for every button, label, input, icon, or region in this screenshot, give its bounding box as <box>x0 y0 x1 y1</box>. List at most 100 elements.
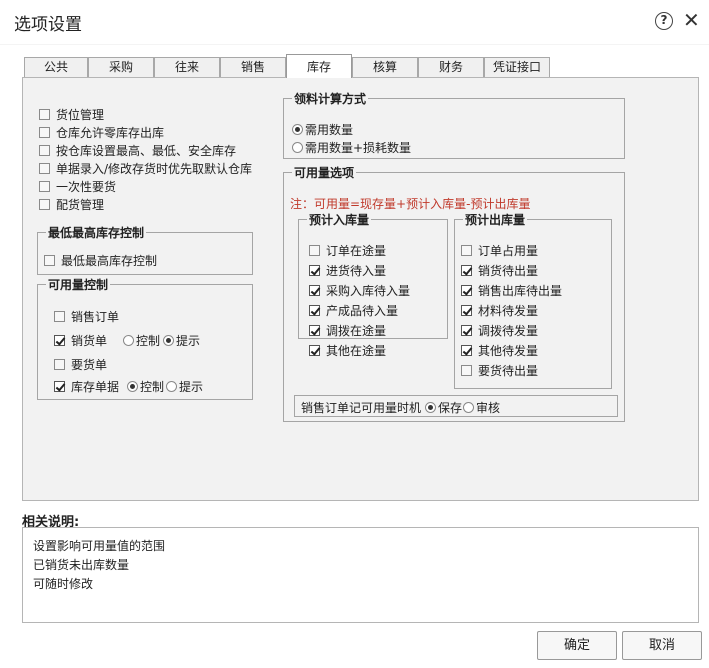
tab-voucher-interface[interactable]: 凭证接口 <box>484 57 550 77</box>
tab-contacts[interactable]: 往来 <box>154 57 220 77</box>
outgoing-request-pending[interactable]: 要货待出量 <box>461 362 538 379</box>
outgoing-sales-pending[interactable]: 销货待出量 <box>461 262 538 279</box>
option-allow-zero-stock[interactable]: 仓库允许零库存出库 <box>39 124 164 141</box>
options-dialog: 选项设置 ? ✕ 公共 采购 往来 销售 库存 核算 财务 凭证接口 货位管理 … <box>0 0 709 668</box>
description-line: 已销货未出库数量 <box>33 558 130 572</box>
tab-public[interactable]: 公共 <box>24 57 88 77</box>
material-calc-legend: 领料计算方式 <box>292 90 369 107</box>
availability-control-group: 可用量控制 销售订单 销货单 控制 提示 要货单 库存单据 控制 提示 <box>37 276 253 400</box>
outgoing-transfer-pending[interactable]: 调拨待发量 <box>461 322 538 339</box>
description-line: 可随时修改 <box>33 577 94 591</box>
checkbox[interactable] <box>309 325 320 336</box>
control-stock-bill[interactable]: 库存单据 <box>54 378 119 395</box>
control-sales-order[interactable]: 销售订单 <box>54 308 119 325</box>
incoming-qty-group: 预计入库量 订单在途量 进货待入量 采购入库待入量 产成品待入量 调拨在途量 其… <box>298 211 448 358</box>
outgoing-qty-legend: 预计出库量 <box>463 211 528 228</box>
radio[interactable] <box>163 335 174 346</box>
checkbox[interactable] <box>309 245 320 256</box>
tab-sales[interactable]: 销售 <box>220 57 286 77</box>
availability-control-legend: 可用量控制 <box>46 276 111 293</box>
timing-radio-save[interactable]: 保存 <box>425 399 462 416</box>
checkbox[interactable] <box>39 145 50 156</box>
radio[interactable] <box>127 381 138 392</box>
radio[interactable] <box>425 402 436 413</box>
tab-finance[interactable]: 财务 <box>418 57 484 77</box>
incoming-qty-legend: 预计入库量 <box>307 211 372 228</box>
radio[interactable] <box>292 124 303 135</box>
tab-accounting[interactable]: 核算 <box>352 57 418 77</box>
stock-bill-radio-control[interactable]: 控制 <box>127 378 164 395</box>
checkbox[interactable] <box>39 181 50 192</box>
close-icon[interactable]: ✕ <box>683 8 700 32</box>
sales-order-timing-label: 销售订单记可用量时机 <box>301 401 422 415</box>
control-sales-bill[interactable]: 销货单 <box>54 332 107 349</box>
background-window-text <box>0 0 709 4</box>
radio[interactable] <box>123 335 134 346</box>
outgoing-other-pending[interactable]: 其他待发量 <box>461 342 538 359</box>
checkbox[interactable] <box>54 335 65 346</box>
outgoing-sales-delivery-pending[interactable]: 销售出库待出量 <box>461 282 562 299</box>
checkbox[interactable] <box>461 285 472 296</box>
option-min-max-stock-control[interactable]: 最低最高库存控制 <box>44 252 157 269</box>
dialog-title: 选项设置 <box>14 15 82 35</box>
outgoing-order-occupied[interactable]: 订单占用量 <box>461 242 538 259</box>
checkbox[interactable] <box>309 345 320 356</box>
incoming-finished-goods-pending[interactable]: 产成品待入量 <box>309 302 398 319</box>
available-options-legend: 可用量选项 <box>292 164 357 181</box>
incoming-other-in-transit[interactable]: 其他在途量 <box>309 342 386 359</box>
help-icon[interactable]: ? <box>655 12 673 30</box>
material-calc-required-qty[interactable]: 需用数量 <box>292 121 353 138</box>
sales-bill-radio-control[interactable]: 控制 <box>123 332 160 349</box>
cancel-button[interactable]: 取消 <box>622 631 702 660</box>
checkbox[interactable] <box>461 265 472 276</box>
title-separator <box>0 44 709 45</box>
material-calc-group: 领料计算方式 需用数量 需用数量+损耗数量 <box>283 90 625 159</box>
ok-button[interactable]: 确定 <box>537 631 617 660</box>
checkbox[interactable] <box>309 285 320 296</box>
radio[interactable] <box>166 381 177 392</box>
material-calc-required-plus-loss[interactable]: 需用数量+损耗数量 <box>292 139 411 156</box>
checkbox[interactable] <box>39 109 50 120</box>
checkbox[interactable] <box>461 245 472 256</box>
checkbox[interactable] <box>39 127 50 138</box>
checkbox[interactable] <box>54 359 65 370</box>
checkbox[interactable] <box>44 255 55 266</box>
checkbox[interactable] <box>309 305 320 316</box>
sales-bill-radio-prompt[interactable]: 提示 <box>163 332 200 349</box>
option-location-management[interactable]: 货位管理 <box>39 106 104 123</box>
outgoing-material-pending[interactable]: 材料待发量 <box>461 302 538 319</box>
description-line: 设置影响可用量值的范围 <box>33 539 166 553</box>
option-one-time-request[interactable]: 一次性要货 <box>39 178 116 195</box>
sales-order-timing-group: 销售订单记可用量时机 保存 审核 <box>294 395 618 417</box>
control-request-bill[interactable]: 要货单 <box>54 356 107 373</box>
checkbox[interactable] <box>461 365 472 376</box>
checkbox[interactable] <box>461 325 472 336</box>
option-default-warehouse[interactable]: 单据录入/修改存货时优先取默认仓库 <box>39 160 252 177</box>
available-options-group: 可用量选项 注：可用量=现存量+预计入库量-预计出库量 预计入库量 订单在途量 … <box>283 164 625 422</box>
stock-limit-legend: 最低最高库存控制 <box>46 224 147 241</box>
radio[interactable] <box>292 142 303 153</box>
checkbox[interactable] <box>461 345 472 356</box>
inventory-settings-panel: 货位管理 仓库允许零库存出库 按仓库设置最高、最低、安全库存 单据录入/修改存货… <box>22 77 699 501</box>
tab-inventory[interactable]: 库存 <box>286 54 352 78</box>
option-warehouse-stock-limits[interactable]: 按仓库设置最高、最低、安全库存 <box>39 142 236 159</box>
incoming-order-in-transit[interactable]: 订单在途量 <box>309 242 386 259</box>
outgoing-qty-group: 预计出库量 订单占用量 销货待出量 销售出库待出量 材料待发量 调拨待发量 其他… <box>454 211 612 389</box>
checkbox[interactable] <box>461 305 472 316</box>
checkbox[interactable] <box>54 381 65 392</box>
radio[interactable] <box>463 402 474 413</box>
incoming-purchase-pending[interactable]: 进货待入量 <box>309 262 386 279</box>
checkbox[interactable] <box>39 199 50 210</box>
stock-bill-radio-prompt[interactable]: 提示 <box>166 378 203 395</box>
tab-purchase[interactable]: 采购 <box>88 57 154 77</box>
incoming-transfer-in-transit[interactable]: 调拨在途量 <box>309 322 386 339</box>
checkbox[interactable] <box>39 163 50 174</box>
description-box: 设置影响可用量值的范围 已销货未出库数量 可随时修改 <box>22 527 699 623</box>
timing-radio-review[interactable]: 审核 <box>463 399 500 416</box>
checkbox[interactable] <box>309 265 320 276</box>
option-distribution-management[interactable]: 配货管理 <box>39 196 104 213</box>
incoming-purchase-receipt-pending[interactable]: 采购入库待入量 <box>309 282 410 299</box>
stock-limit-group: 最低最高库存控制 最低最高库存控制 <box>37 224 253 275</box>
availability-formula-note: 注：可用量=现存量+预计入库量-预计出库量 <box>290 197 531 211</box>
checkbox[interactable] <box>54 311 65 322</box>
